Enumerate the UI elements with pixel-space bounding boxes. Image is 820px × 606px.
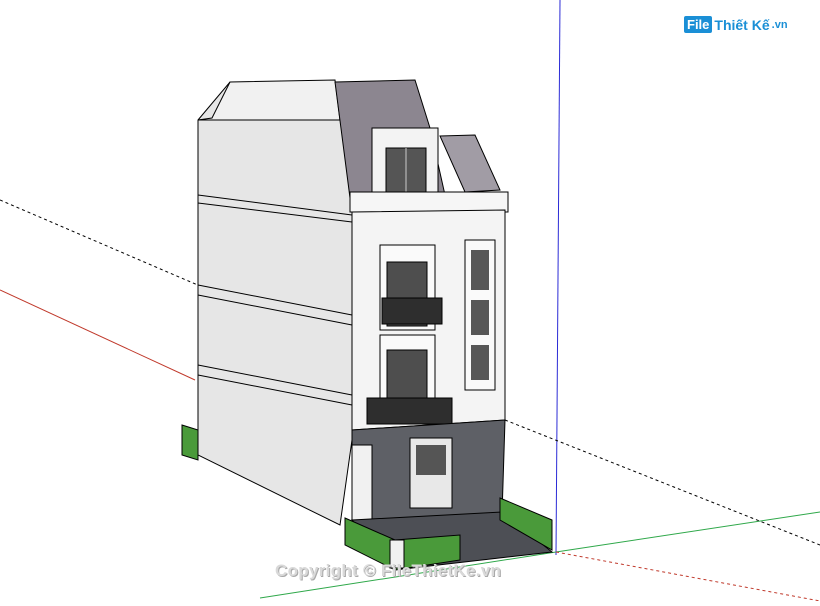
green-axis [555,511,820,553]
lawn-side [181,424,199,461]
balcony-lower [366,397,453,425]
logo-icon: File [684,16,713,33]
side-wall [197,81,356,526]
pillar [351,444,373,521]
copyright-watermark: Copyright © FileThietKe.vn [275,561,502,580]
red-axis [0,289,196,381]
blue-axis [555,0,561,556]
red-axis-dashed [555,551,820,602]
guide-dashed-left [0,199,201,287]
logo-ext: .vn [771,18,788,31]
roof-balustrade [349,191,509,213]
roof-right [439,134,501,193]
model-canvas[interactable] [0,0,820,602]
brand-logo: File Thiết Kế .vn [684,16,788,33]
balcony-upper [381,297,443,325]
logo-text: Thiết Kế [714,16,770,33]
3d-viewport[interactable]: File Thiết Kế .vn Copyright © FileThietK… [0,0,820,602]
